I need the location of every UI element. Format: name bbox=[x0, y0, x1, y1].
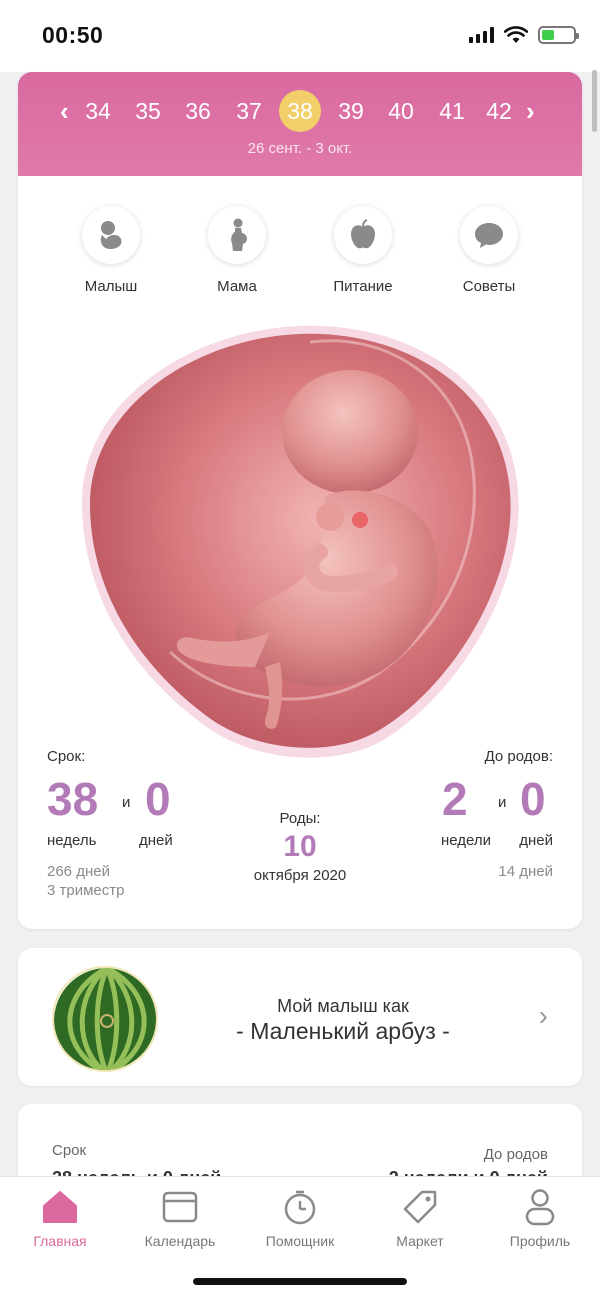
apple-icon bbox=[351, 219, 375, 249]
chevron-right-icon[interactable]: › bbox=[539, 1000, 548, 1032]
tab-label: Помощник bbox=[265, 1233, 335, 1249]
until-days-value: 0 bbox=[520, 773, 546, 825]
week-34[interactable]: 34 bbox=[77, 90, 119, 132]
week-row: ‹ 34 35 36 37 38 39 40 41 42 › bbox=[18, 90, 582, 132]
timer-icon bbox=[284, 1190, 316, 1225]
status-bar: 00:50 bbox=[0, 0, 600, 72]
baby-size-subtitle: Мой малыш как bbox=[277, 996, 409, 1016]
home-icon bbox=[43, 1191, 77, 1223]
cellular-signal-icon bbox=[469, 27, 494, 43]
summary-term-label: Срок bbox=[52, 1142, 87, 1159]
category-label: Мама bbox=[217, 278, 257, 295]
category-mom[interactable]: Мама bbox=[187, 206, 287, 295]
tab-label: Маркет bbox=[396, 1233, 444, 1249]
category-baby[interactable]: Малыш bbox=[61, 206, 161, 295]
summary-until-label: До родов bbox=[483, 1146, 548, 1163]
birth-label: Роды: bbox=[279, 810, 321, 827]
chat-bubble-icon bbox=[475, 223, 503, 248]
tag-icon bbox=[403, 1190, 437, 1224]
term-days-value: 0 bbox=[145, 773, 171, 825]
category-tips[interactable]: Советы bbox=[439, 206, 539, 295]
tab-home[interactable]: Главная bbox=[0, 1187, 120, 1249]
status-icons bbox=[469, 26, 579, 44]
battery-icon bbox=[538, 26, 579, 44]
tab-market[interactable]: Маркет bbox=[360, 1187, 480, 1249]
category-mom-button[interactable] bbox=[208, 206, 266, 264]
tab-label: Календарь bbox=[144, 1233, 216, 1249]
profile-icon bbox=[525, 1189, 555, 1226]
week-36[interactable]: 36 bbox=[177, 90, 219, 132]
until-total-days: 14 дней bbox=[498, 863, 553, 880]
category-label: Советы bbox=[462, 278, 516, 295]
baby-icon bbox=[100, 221, 122, 249]
status-time: 00:50 bbox=[42, 22, 104, 48]
category-tips-button[interactable] bbox=[460, 206, 518, 264]
term-label: Срок: bbox=[47, 748, 86, 765]
pregnancy-overview-card: ‹ 34 35 36 37 38 39 40 41 42 › 26 сент. … bbox=[18, 72, 582, 929]
category-nutrition[interactable]: Питание bbox=[313, 206, 413, 295]
tab-label: Главная bbox=[33, 1233, 87, 1249]
wifi-icon bbox=[504, 26, 528, 43]
tab-calendar[interactable]: Календарь bbox=[120, 1187, 240, 1249]
pregnant-woman-icon bbox=[231, 218, 248, 251]
week-40[interactable]: 40 bbox=[380, 90, 422, 132]
term-trimester: 3 триместр bbox=[47, 882, 125, 899]
baby-size-title: - Маленький арбуз - bbox=[236, 1018, 450, 1044]
calendar-icon bbox=[162, 1191, 198, 1223]
week-37[interactable]: 37 bbox=[228, 90, 270, 132]
home-indicator[interactable] bbox=[193, 1278, 407, 1285]
term-weeks-value: 38 bbox=[47, 773, 99, 825]
next-week-chevron-icon[interactable]: › bbox=[526, 96, 535, 127]
birth-month-year: октября 2020 bbox=[253, 867, 347, 884]
term-and: и bbox=[122, 794, 131, 811]
term-total-days: 266 дней bbox=[47, 863, 110, 880]
term-weeks-unit: недель bbox=[47, 832, 97, 849]
week-39[interactable]: 39 bbox=[330, 90, 372, 132]
until-weeks-unit: недели bbox=[441, 832, 492, 849]
category-label: Малыш bbox=[84, 278, 138, 295]
watermelon-image bbox=[52, 966, 158, 1072]
scrollbar[interactable] bbox=[592, 70, 597, 132]
fetus-illustration bbox=[80, 322, 520, 758]
tab-label: Профиль bbox=[509, 1233, 571, 1249]
previous-week-chevron-icon[interactable]: ‹ bbox=[60, 96, 69, 127]
week-date-range: 26 сент. - 3 окт. bbox=[247, 140, 353, 157]
tab-helper[interactable]: Помощник bbox=[240, 1187, 360, 1249]
term-days-unit: дней bbox=[139, 832, 173, 849]
until-days-unit: дней bbox=[519, 832, 553, 849]
week-42[interactable]: 42 bbox=[481, 90, 517, 132]
until-weeks-value: 2 bbox=[442, 773, 468, 825]
baby-size-card[interactable]: Мой малыш как - Маленький арбуз - › bbox=[18, 948, 582, 1086]
until-label: До родов: bbox=[484, 748, 553, 765]
until-and: и bbox=[498, 794, 507, 811]
week-selector: ‹ 34 35 36 37 38 39 40 41 42 › 26 сент. … bbox=[18, 72, 582, 176]
category-label: Питание bbox=[333, 278, 393, 295]
category-nutrition-button[interactable] bbox=[334, 206, 392, 264]
week-35[interactable]: 35 bbox=[127, 90, 169, 132]
birth-day: 10 bbox=[283, 830, 317, 863]
tab-profile[interactable]: Профиль bbox=[480, 1187, 600, 1249]
week-41[interactable]: 41 bbox=[431, 90, 473, 132]
category-baby-button[interactable] bbox=[82, 206, 140, 264]
week-38-active[interactable]: 38 bbox=[279, 90, 321, 132]
